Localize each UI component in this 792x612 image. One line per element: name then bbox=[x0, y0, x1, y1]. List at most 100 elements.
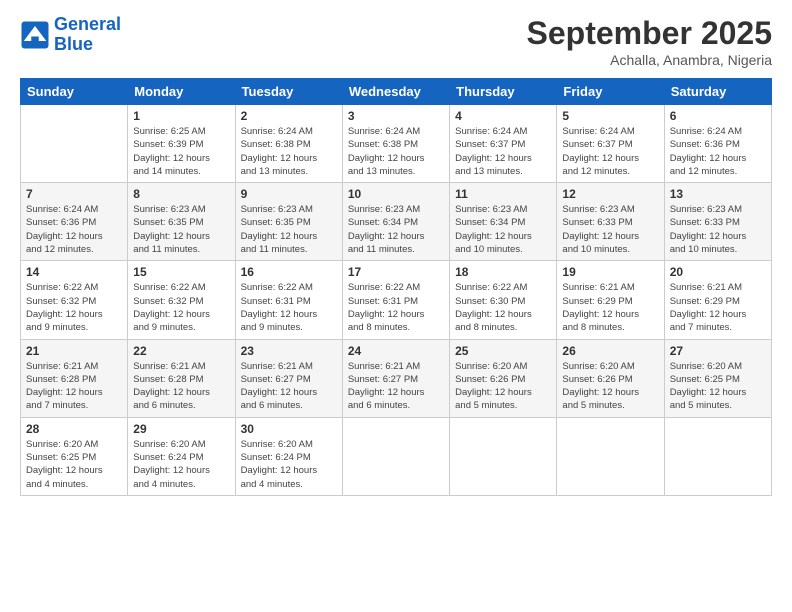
day-number: 12 bbox=[562, 187, 658, 201]
day-info: Sunrise: 6:20 AMSunset: 6:24 PMDaylight:… bbox=[241, 438, 337, 491]
day-info: Sunrise: 6:22 AMSunset: 6:32 PMDaylight:… bbox=[133, 281, 229, 334]
week-row-2: 7Sunrise: 6:24 AMSunset: 6:36 PMDaylight… bbox=[21, 183, 772, 261]
col-header-monday: Monday bbox=[128, 79, 235, 105]
day-info: Sunrise: 6:21 AMSunset: 6:29 PMDaylight:… bbox=[670, 281, 766, 334]
day-number: 7 bbox=[26, 187, 122, 201]
day-cell: 19Sunrise: 6:21 AMSunset: 6:29 PMDayligh… bbox=[557, 261, 664, 339]
day-cell: 22 Sunrise: 6:21 AMSunset: 6:28 PMDayligh… bbox=[128, 339, 235, 417]
day-info: Sunrise: 6:21 AMSunset: 6:27 PMDaylight:… bbox=[241, 360, 337, 413]
day-info: Sunrise: 6:20 AMSunset: 6:24 PMDaylight:… bbox=[133, 438, 229, 491]
day-cell: 4 Sunrise: 6:24 AMSunset: 6:37 PMDaylight… bbox=[450, 105, 557, 183]
day-cell: 13 Sunrise: 6:23 AMSunset: 6:33 PMDayligh… bbox=[664, 183, 771, 261]
month-title: September 2025 bbox=[527, 15, 772, 52]
logo-line1: General bbox=[54, 14, 121, 34]
day-number: 3 bbox=[348, 109, 444, 123]
day-cell: 9 Sunrise: 6:23 AMSunset: 6:35 PMDaylight… bbox=[235, 183, 342, 261]
logo-text: General Blue bbox=[54, 15, 121, 55]
day-info: Sunrise: 6:21 AMSunset: 6:28 PMDaylight:… bbox=[26, 360, 122, 413]
day-number: 21 bbox=[26, 344, 122, 358]
day-info: Sunrise: 6:23 AMSunset: 6:33 PMDaylight:… bbox=[670, 203, 766, 256]
day-info: Sunrise: 6:23 AMSunset: 6:34 PMDaylight:… bbox=[348, 203, 444, 256]
day-info: Sunrise: 6:20 AMSunset: 6:26 PMDaylight:… bbox=[562, 360, 658, 413]
day-number: 1 bbox=[133, 109, 229, 123]
col-header-tuesday: Tuesday bbox=[235, 79, 342, 105]
day-info: Sunrise: 6:23 AMSunset: 6:35 PMDaylight:… bbox=[241, 203, 337, 256]
day-number: 24 bbox=[348, 344, 444, 358]
day-number: 15 bbox=[133, 265, 229, 279]
logo: General Blue bbox=[20, 15, 121, 55]
col-header-friday: Friday bbox=[557, 79, 664, 105]
week-row-3: 14 Sunrise: 6:22 AMSunset: 6:32 PMDayligh… bbox=[21, 261, 772, 339]
header: General Blue September 2025 Achalla, Ana… bbox=[20, 15, 772, 68]
day-number: 30 bbox=[241, 422, 337, 436]
day-cell: 8 Sunrise: 6:23 AMSunset: 6:35 PMDaylight… bbox=[128, 183, 235, 261]
day-info: Sunrise: 6:21 AMSunset: 6:27 PMDaylight:… bbox=[348, 360, 444, 413]
day-info: Sunrise: 6:21 AMSunset: 6:28 PMDaylight:… bbox=[133, 360, 229, 413]
day-cell bbox=[557, 417, 664, 495]
day-number: 4 bbox=[455, 109, 551, 123]
day-cell bbox=[664, 417, 771, 495]
day-cell: 25 Sunrise: 6:20 AMSunset: 6:26 PMDayligh… bbox=[450, 339, 557, 417]
page: General Blue September 2025 Achalla, Ana… bbox=[0, 0, 792, 612]
day-number: 10 bbox=[348, 187, 444, 201]
day-number: 27 bbox=[670, 344, 766, 358]
day-cell bbox=[450, 417, 557, 495]
day-info: Sunrise: 6:20 AMSunset: 6:25 PMDaylight:… bbox=[670, 360, 766, 413]
day-info: Sunrise: 6:24 AMSunset: 6:36 PMDaylight:… bbox=[670, 125, 766, 178]
day-info: Sunrise: 6:24 AMSunset: 6:37 PMDaylight:… bbox=[455, 125, 551, 178]
day-number: 20 bbox=[670, 265, 766, 279]
day-cell: 7Sunrise: 6:24 AMSunset: 6:36 PMDaylight… bbox=[21, 183, 128, 261]
day-number: 2 bbox=[241, 109, 337, 123]
week-row-5: 28Sunrise: 6:20 AMSunset: 6:25 PMDayligh… bbox=[21, 417, 772, 495]
day-number: 25 bbox=[455, 344, 551, 358]
day-cell: 20 Sunrise: 6:21 AMSunset: 6:29 PMDayligh… bbox=[664, 261, 771, 339]
day-cell: 30 Sunrise: 6:20 AMSunset: 6:24 PMDayligh… bbox=[235, 417, 342, 495]
day-cell: 6Sunrise: 6:24 AMSunset: 6:36 PMDaylight… bbox=[664, 105, 771, 183]
day-info: Sunrise: 6:20 AMSunset: 6:26 PMDaylight:… bbox=[455, 360, 551, 413]
week-row-1: 1 Sunrise: 6:25 AMSunset: 6:39 PMDaylight… bbox=[21, 105, 772, 183]
day-number: 9 bbox=[241, 187, 337, 201]
day-cell: 29 Sunrise: 6:20 AMSunset: 6:24 PMDayligh… bbox=[128, 417, 235, 495]
day-info: Sunrise: 6:22 AMSunset: 6:31 PMDaylight:… bbox=[241, 281, 337, 334]
day-info: Sunrise: 6:24 AMSunset: 6:38 PMDaylight:… bbox=[241, 125, 337, 178]
title-block: September 2025 Achalla, Anambra, Nigeria bbox=[527, 15, 772, 68]
day-number: 29 bbox=[133, 422, 229, 436]
day-cell: 1 Sunrise: 6:25 AMSunset: 6:39 PMDaylight… bbox=[128, 105, 235, 183]
day-cell: 24 Sunrise: 6:21 AMSunset: 6:27 PMDayligh… bbox=[342, 339, 449, 417]
day-cell bbox=[21, 105, 128, 183]
day-number: 13 bbox=[670, 187, 766, 201]
day-cell: 27 Sunrise: 6:20 AMSunset: 6:25 PMDayligh… bbox=[664, 339, 771, 417]
day-info: Sunrise: 6:23 AMSunset: 6:35 PMDaylight:… bbox=[133, 203, 229, 256]
day-info: Sunrise: 6:23 AMSunset: 6:34 PMDaylight:… bbox=[455, 203, 551, 256]
day-cell: 18 Sunrise: 6:22 AMSunset: 6:30 PMDayligh… bbox=[450, 261, 557, 339]
day-info: Sunrise: 6:25 AMSunset: 6:39 PMDaylight:… bbox=[133, 125, 229, 178]
day-number: 8 bbox=[133, 187, 229, 201]
day-number: 22 bbox=[133, 344, 229, 358]
day-info: Sunrise: 6:23 AMSunset: 6:33 PMDaylight:… bbox=[562, 203, 658, 256]
day-cell: 10 Sunrise: 6:23 AMSunset: 6:34 PMDayligh… bbox=[342, 183, 449, 261]
day-cell: 5Sunrise: 6:24 AMSunset: 6:37 PMDaylight… bbox=[557, 105, 664, 183]
col-header-saturday: Saturday bbox=[664, 79, 771, 105]
day-number: 17 bbox=[348, 265, 444, 279]
day-info: Sunrise: 6:22 AMSunset: 6:32 PMDaylight:… bbox=[26, 281, 122, 334]
logo-line2: Blue bbox=[54, 34, 93, 54]
day-cell: 16 Sunrise: 6:22 AMSunset: 6:31 PMDayligh… bbox=[235, 261, 342, 339]
day-number: 18 bbox=[455, 265, 551, 279]
day-cell bbox=[342, 417, 449, 495]
day-number: 14 bbox=[26, 265, 122, 279]
day-info: Sunrise: 6:22 AMSunset: 6:31 PMDaylight:… bbox=[348, 281, 444, 334]
day-cell: 3 Sunrise: 6:24 AMSunset: 6:38 PMDaylight… bbox=[342, 105, 449, 183]
week-row-4: 21 Sunrise: 6:21 AMSunset: 6:28 PMDayligh… bbox=[21, 339, 772, 417]
day-number: 16 bbox=[241, 265, 337, 279]
day-info: Sunrise: 6:20 AMSunset: 6:25 PMDaylight:… bbox=[26, 438, 122, 491]
calendar: SundayMondayTuesdayWednesdayThursdayFrid… bbox=[20, 78, 772, 496]
col-header-sunday: Sunday bbox=[21, 79, 128, 105]
day-cell: 28Sunrise: 6:20 AMSunset: 6:25 PMDayligh… bbox=[21, 417, 128, 495]
col-header-wednesday: Wednesday bbox=[342, 79, 449, 105]
day-number: 23 bbox=[241, 344, 337, 358]
subtitle: Achalla, Anambra, Nigeria bbox=[527, 52, 772, 68]
day-info: Sunrise: 6:24 AMSunset: 6:38 PMDaylight:… bbox=[348, 125, 444, 178]
day-number: 11 bbox=[455, 187, 551, 201]
day-cell: 21 Sunrise: 6:21 AMSunset: 6:28 PMDayligh… bbox=[21, 339, 128, 417]
day-info: Sunrise: 6:22 AMSunset: 6:30 PMDaylight:… bbox=[455, 281, 551, 334]
